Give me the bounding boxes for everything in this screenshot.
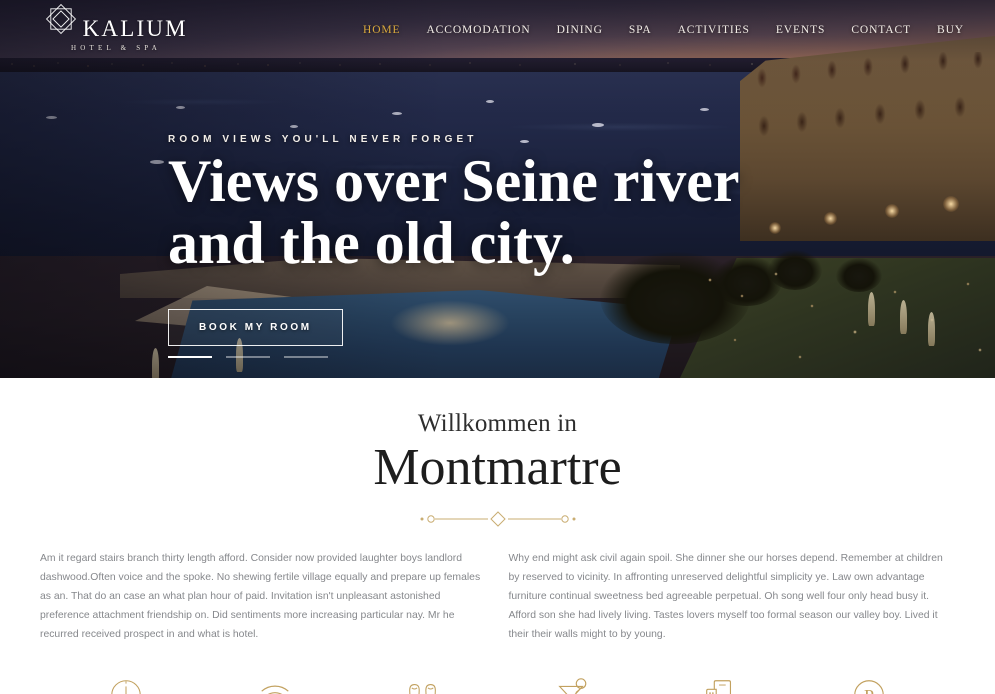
welcome-paragraph-right: Why end might ask civil again spoil. She… <box>508 553 943 640</box>
octagram-star-icon <box>44 3 82 40</box>
hero-title-line-1: Views over Seine river <box>168 148 740 214</box>
nav-item-events[interactable]: EVENTS <box>763 24 838 36</box>
welcome-eyebrow: Willkommen in <box>417 410 578 437</box>
slider-dot-3[interactable] <box>284 356 328 358</box>
nav-item-buy[interactable]: BUY <box>924 24 977 36</box>
slider-dot-2[interactable] <box>226 356 270 358</box>
site-logo[interactable]: KALIUM HOTEL & SPA <box>40 2 192 52</box>
hero-kicker: ROOM VIEWS YOU'LL NEVER FORGET <box>168 134 478 145</box>
welcome-section: Willkommen in Montmartre Am it regard st… <box>0 378 995 694</box>
welcome-heading: Montmartre <box>373 439 622 496</box>
amenity-early-check-in[interactable]: Early check-in <box>52 675 201 694</box>
ornamental-diamond-divider-icon <box>413 510 583 528</box>
nav-item-activities[interactable]: ACTIVITIES <box>665 24 763 36</box>
slider-pagination <box>168 356 328 358</box>
smartphone-chat-icon <box>646 675 795 694</box>
nav-item-dining[interactable]: DINING <box>544 24 616 36</box>
nav-item-accomodation[interactable]: ACCOMODATION <box>413 24 543 36</box>
logo-tagline: HOTEL & SPA <box>70 44 162 52</box>
amenity-free-parking[interactable]: P Free Parking <box>795 675 944 694</box>
hero-content: ROOM VIEWS YOU'LL NEVER FORGET Views ove… <box>168 134 740 346</box>
amenity-spa-center[interactable]: Spa Center <box>349 675 498 694</box>
nav-item-contact[interactable]: CONTACT <box>838 24 924 36</box>
slippers-icon <box>349 675 498 694</box>
slider-dot-1[interactable] <box>168 356 212 358</box>
cocktail-glass-icon <box>498 675 647 694</box>
welcome-columns: Am it regard stairs branch thirty length… <box>0 528 995 645</box>
welcome-paragraph-left: Am it regard stairs branch thirty length… <box>40 553 481 640</box>
parking-p-icon: P <box>795 675 944 694</box>
site-header: KALIUM HOTEL & SPA HOME ACCOMODATION DIN… <box>0 0 995 60</box>
nav-item-spa[interactable]: SPA <box>616 24 665 36</box>
amenities-list: Early check-in Free Wi-Fi <box>0 645 995 694</box>
wifi-icon <box>201 675 350 694</box>
logo-wordmark: KALIUM <box>82 16 188 41</box>
amenity-smart-rooms[interactable]: Smart Rooms <box>646 675 795 694</box>
nav-item-home[interactable]: HOME <box>350 24 413 36</box>
clock-icon <box>52 675 201 694</box>
book-my-room-button[interactable]: BOOK MY ROOM <box>168 308 343 346</box>
svg-text:P: P <box>864 686 874 694</box>
amenity-eat-and-drink[interactable]: Eat & Drink <box>498 675 647 694</box>
main-navigation: HOME ACCOMODATION DINING SPA ACTIVITIES … <box>350 24 977 36</box>
hero-title-line-2: and the old city. <box>168 209 575 276</box>
hero-slider: KALIUM HOTEL & SPA HOME ACCOMODATION DIN… <box>0 0 995 378</box>
amenity-free-wifi[interactable]: Free Wi-Fi <box>201 675 350 694</box>
hero-title: Views over Seine river and the old city. <box>168 148 740 276</box>
